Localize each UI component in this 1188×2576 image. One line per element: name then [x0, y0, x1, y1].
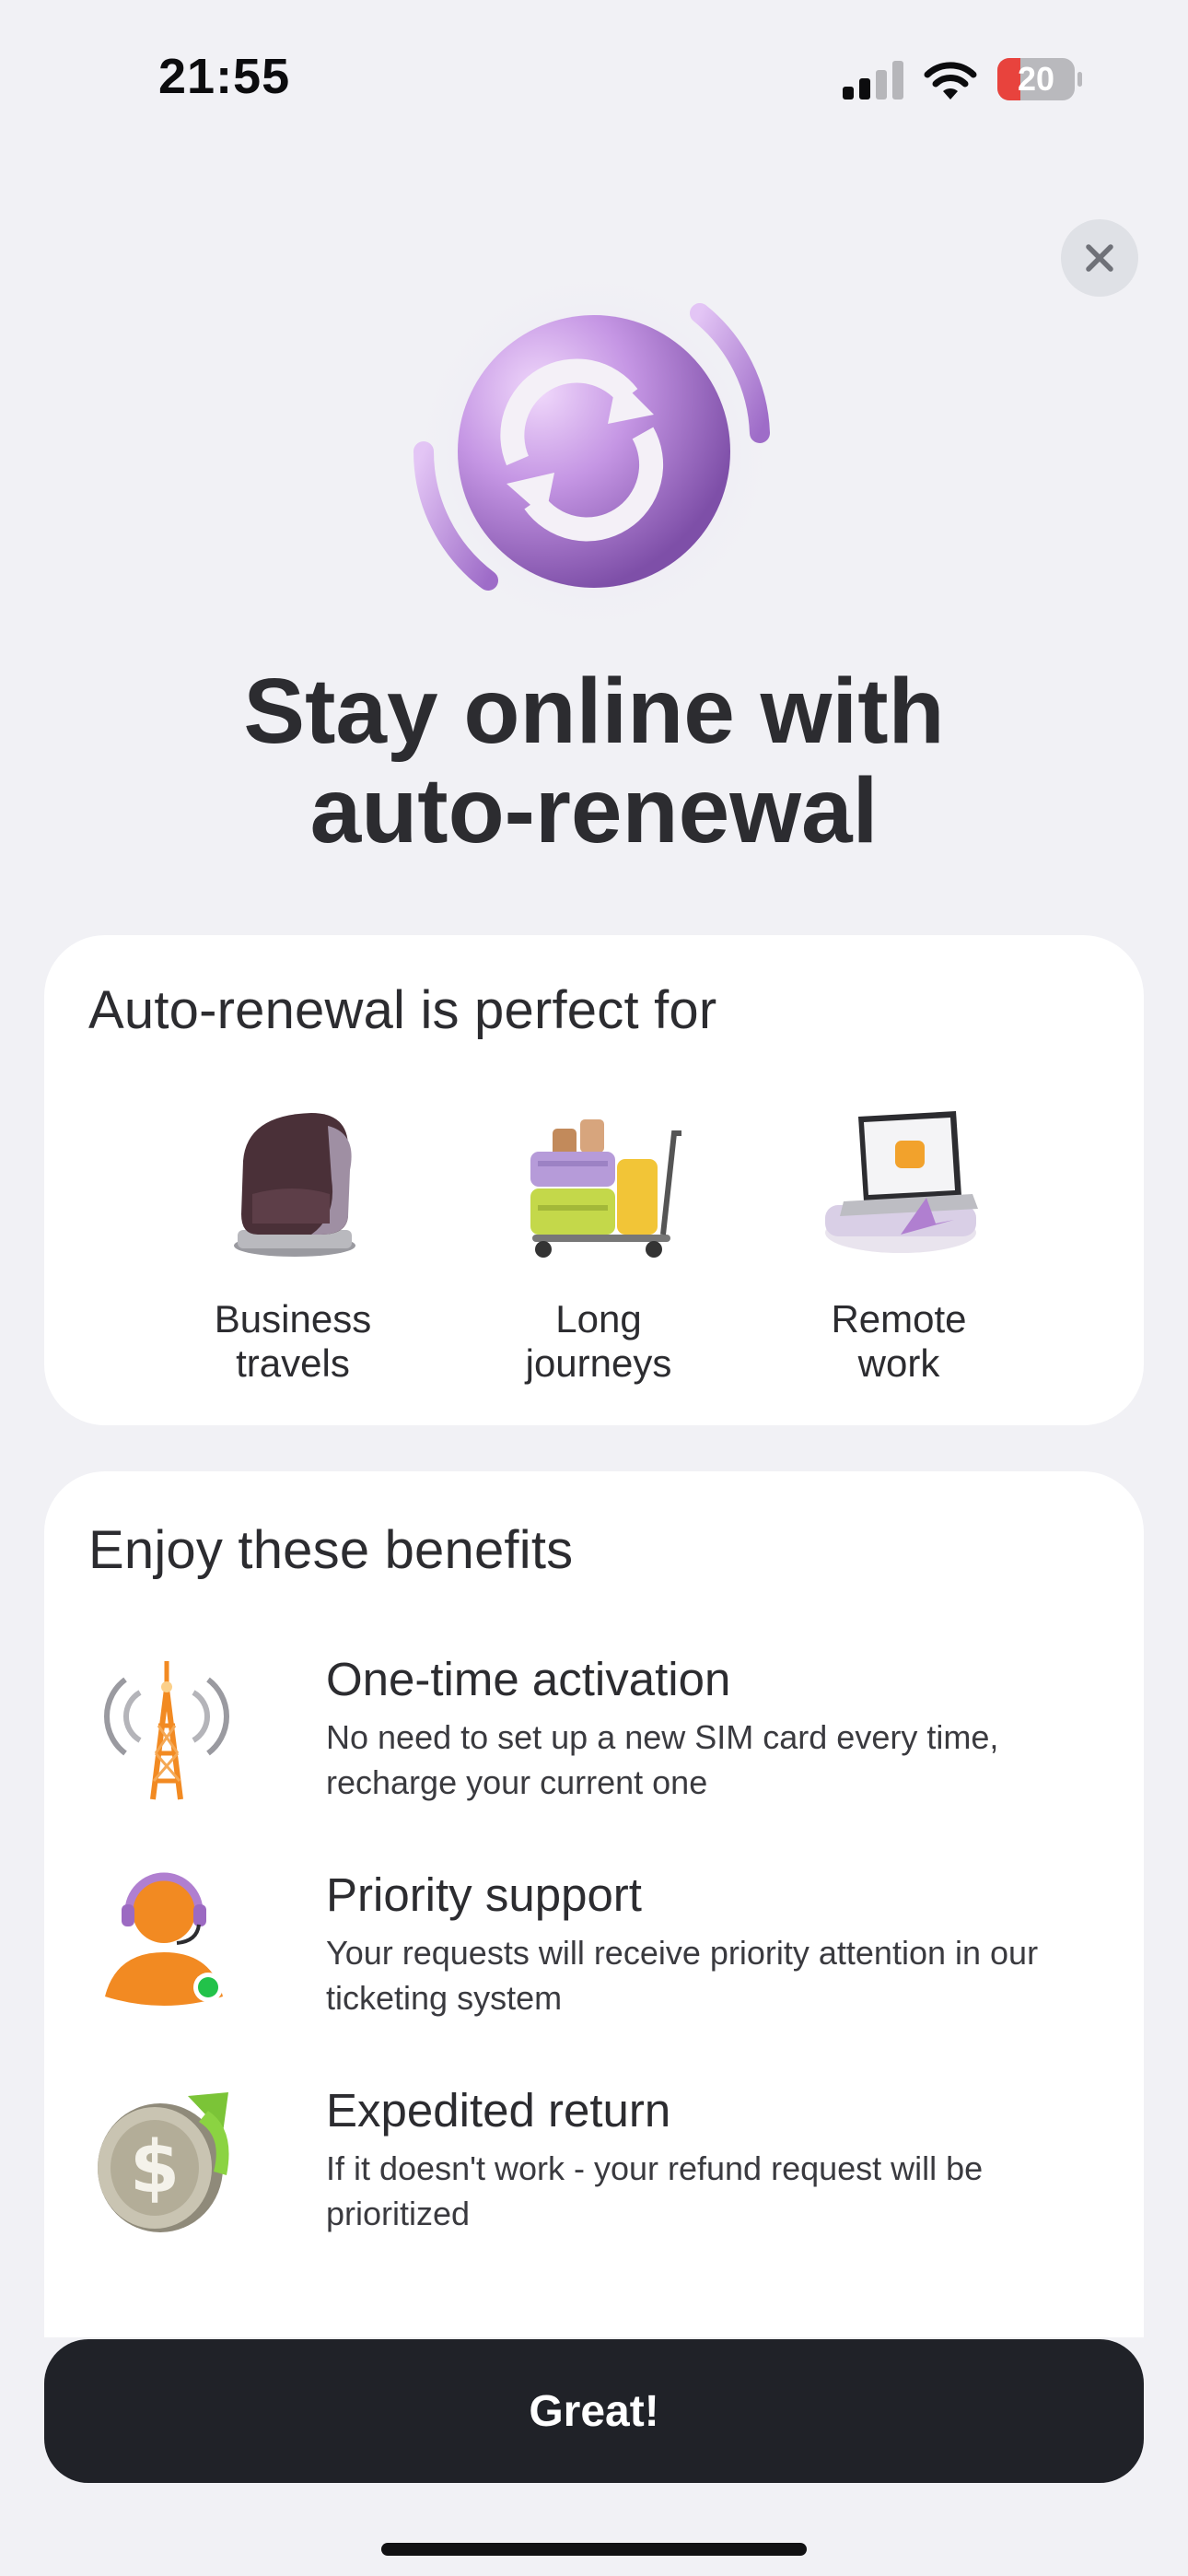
status-time: 21:55 [158, 49, 291, 104]
use-case-label: Long journeys [525, 1297, 672, 1385]
use-case-long-journeys: Long journeys [479, 1106, 718, 1386]
auto-renewal-sync-icon [410, 276, 778, 636]
benefit-title: Expedited return [326, 2084, 671, 2137]
dollar-coin-return-icon: $ [98, 2092, 229, 2232]
laptop-icon [825, 1111, 978, 1253]
benefit-item-one-time-activation: One-time activation No need to set up a … [88, 1652, 1101, 1836]
benefits-card: Enjoy these benefits One-time activation… [44, 1471, 1144, 2337]
use-case-remote-work: Remote work [779, 1106, 1019, 1386]
page-title-line-2: auto-renewal [309, 759, 879, 862]
benefit-title: Priority support [326, 1868, 642, 1921]
support-agent-icon [105, 1872, 223, 2006]
benefit-description: No need to set up a new SIM card every t… [326, 1718, 999, 1801]
close-icon [1086, 244, 1113, 272]
use-case-label: Business travels [214, 1297, 372, 1385]
svg-text:$: $ [130, 2126, 180, 2209]
status-bar: 21:55 20 [0, 0, 1188, 161]
home-indicator[interactable] [381, 2543, 807, 2556]
benefit-title: One-time activation [326, 1653, 731, 1705]
benefit-description: If it doesn't work - your refund request… [326, 2149, 984, 2232]
cell-tower-icon [104, 1661, 229, 1800]
use-case-label: Remote work [831, 1297, 967, 1385]
page-title-line-1: Stay online with [243, 660, 945, 763]
use-cases-card: Auto-renewal is perfect for Business tra… [44, 935, 1144, 1425]
benefit-item-priority-support: Priority support Your requests will rece… [88, 1868, 1101, 2052]
use-cases-title: Auto-renewal is perfect for [88, 980, 717, 1040]
use-case-business-travels: Business travels [173, 1106, 413, 1386]
battery-level: 20 [1017, 60, 1055, 98]
page-title: Stay online with auto-renewal [0, 662, 1188, 861]
benefits-title: Enjoy these benefits [88, 1520, 574, 1580]
wifi-icon [924, 62, 977, 100]
armchair-icon [234, 1113, 355, 1257]
luggage-cart-icon [530, 1119, 681, 1258]
great-button[interactable]: Great! [44, 2339, 1144, 2483]
benefit-item-expedited-return: $ Expedited return If it doesn't work - … [88, 2083, 1101, 2267]
close-button[interactable] [1061, 219, 1138, 297]
benefit-description: Your requests will receive priority atte… [326, 1934, 1039, 2017]
cellular-signal-icon [843, 61, 903, 100]
